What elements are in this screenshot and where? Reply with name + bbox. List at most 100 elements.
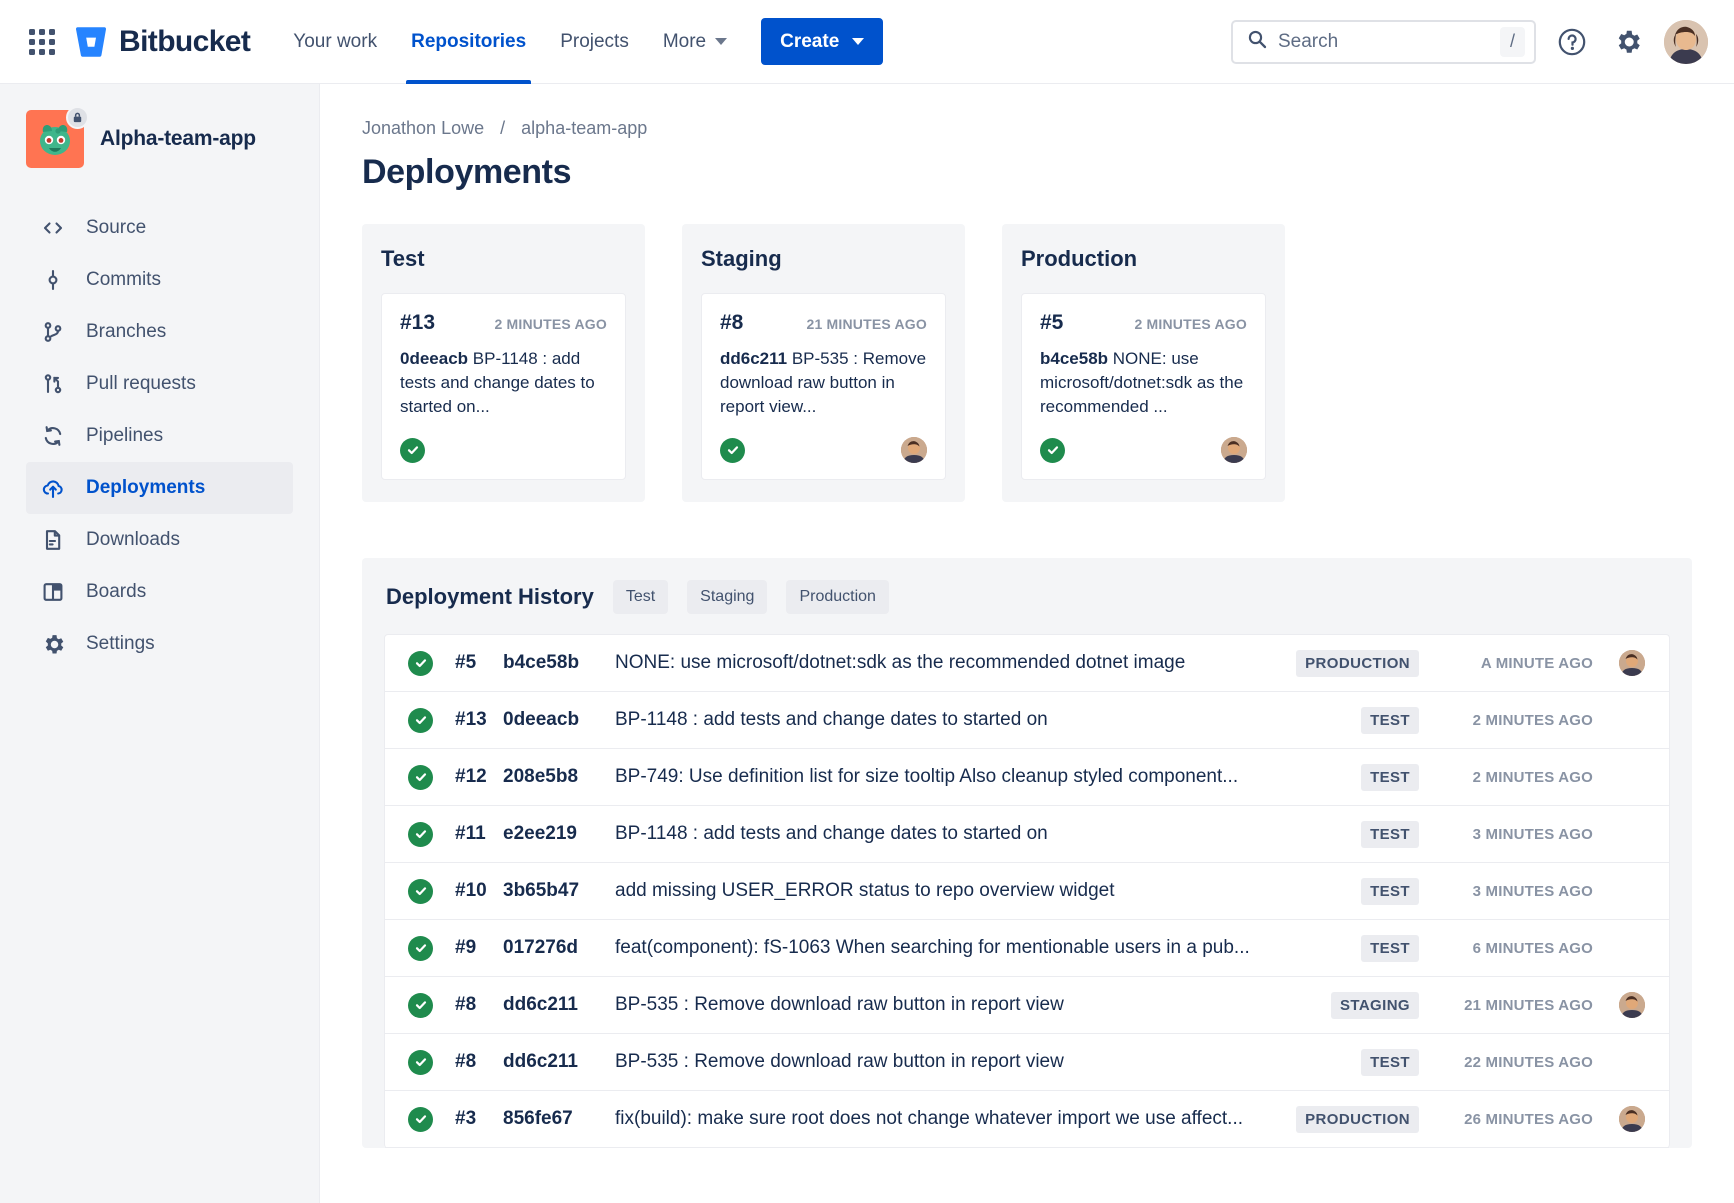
commit-message: BP-1148 : add tests and change dates to … bbox=[615, 709, 1361, 731]
breadcrumb-repo[interactable]: alpha-team-app bbox=[521, 118, 647, 138]
deployer-avatar-cell bbox=[1593, 992, 1645, 1018]
filter-chip-test[interactable]: Test bbox=[613, 580, 668, 614]
latest-deployment-card[interactable]: #8 21 MINUTES AGO dd6c211 BP-535 : Remov… bbox=[701, 293, 946, 480]
breadcrumb-owner[interactable]: Jonathon Lowe bbox=[362, 118, 484, 138]
table-row[interactable]: #8dd6c211BP-535 : Remove download raw bu… bbox=[385, 1034, 1669, 1091]
nav-your-work[interactable]: Your work bbox=[276, 0, 394, 84]
environment-name: Staging bbox=[701, 246, 946, 272]
environment-badge-wrap: STAGING bbox=[1331, 992, 1419, 1019]
app-switcher-icon[interactable] bbox=[22, 22, 62, 62]
commit-icon bbox=[40, 267, 66, 293]
deployment-timestamp: 3 MINUTES AGO bbox=[1435, 883, 1593, 900]
deployment-timestamp: 21 MINUTES AGO bbox=[806, 316, 927, 332]
table-row[interactable]: #11e2ee219BP-1148 : add tests and change… bbox=[385, 806, 1669, 863]
top-navigation-bar: Bitbucket Your work Repositories Project… bbox=[0, 0, 1734, 84]
gear-icon[interactable] bbox=[1608, 22, 1648, 62]
sidebar-item-downloads[interactable]: Downloads bbox=[26, 514, 293, 566]
nav-repositories[interactable]: Repositories bbox=[394, 0, 543, 84]
status-badge: TEST bbox=[1361, 1049, 1419, 1076]
sidebar-item-branches[interactable]: Branches bbox=[26, 306, 293, 358]
status-successful-icon bbox=[408, 879, 433, 904]
commit-hash[interactable]: 017276d bbox=[503, 937, 615, 959]
deployment-timestamp: 2 MINUTES AGO bbox=[494, 316, 607, 332]
deployer-avatar[interactable] bbox=[1619, 992, 1645, 1018]
environment-card-production: Production #5 2 MINUTES AGO b4ce58b NONE… bbox=[1002, 224, 1285, 502]
create-button[interactable]: Create bbox=[761, 18, 883, 65]
search-placeholder: Search bbox=[1278, 31, 1489, 53]
deployment-timestamp: 2 MINUTES AGO bbox=[1134, 316, 1247, 332]
sidebar-item-source[interactable]: Source bbox=[26, 202, 293, 254]
environment-badge-wrap: TEST bbox=[1361, 764, 1419, 791]
deployment-timestamp: 21 MINUTES AGO bbox=[1435, 997, 1593, 1014]
commit-hash[interactable]: 856fe67 bbox=[503, 1108, 615, 1130]
commit-hash[interactable]: dd6c211 bbox=[503, 994, 615, 1016]
breadcrumb-separator: / bbox=[500, 118, 505, 138]
commit-hash[interactable]: 3b65b47 bbox=[503, 880, 615, 902]
commit-message: BP-535 : Remove download raw button in r… bbox=[615, 1051, 1361, 1073]
commit-hash[interactable]: 0deeacb bbox=[503, 709, 615, 731]
search-input[interactable]: Search / bbox=[1231, 20, 1536, 64]
status-successful-icon bbox=[408, 708, 433, 733]
deployer-avatar[interactable] bbox=[1619, 650, 1645, 676]
commit-message: BP-749: Use definition list for size too… bbox=[615, 766, 1361, 788]
deployer-avatar[interactable] bbox=[901, 437, 927, 463]
breadcrumb: Jonathon Lowe / alpha-team-app bbox=[362, 118, 1692, 139]
table-row[interactable]: #12208e5b8BP-749: Use definition list fo… bbox=[385, 749, 1669, 806]
sidebar-item-deployments[interactable]: Deployments bbox=[26, 462, 293, 514]
deployer-avatar[interactable] bbox=[1619, 1106, 1645, 1132]
status-badge: TEST bbox=[1361, 707, 1419, 734]
nav-projects[interactable]: Projects bbox=[543, 0, 646, 84]
deployment-message: b4ce58b NONE: use microsoft/dotnet:sdk a… bbox=[1040, 347, 1247, 419]
table-row[interactable]: #8dd6c211BP-535 : Remove download raw bu… bbox=[385, 977, 1669, 1034]
deployment-history-title: Deployment History bbox=[386, 584, 594, 610]
filter-chip-production[interactable]: Production bbox=[786, 580, 889, 614]
sidebar-item-commits[interactable]: Commits bbox=[26, 254, 293, 306]
nav-more-label: More bbox=[663, 31, 706, 53]
deployment-timestamp: 2 MINUTES AGO bbox=[1435, 769, 1593, 786]
main-content: Jonathon Lowe / alpha-team-app Deploymen… bbox=[320, 84, 1734, 1203]
commit-message: NONE: use microsoft/dotnet:sdk as the re… bbox=[615, 652, 1296, 674]
sidebar-item-settings[interactable]: Settings bbox=[26, 618, 293, 670]
nav-more[interactable]: More bbox=[646, 0, 744, 84]
repository-avatar bbox=[26, 110, 84, 168]
latest-deployment-card[interactable]: #13 2 MINUTES AGO 0deeacb BP-1148 : add … bbox=[381, 293, 626, 480]
repository-header[interactable]: Alpha-team-app bbox=[26, 110, 293, 168]
table-row[interactable]: #5b4ce58bNONE: use microsoft/dotnet:sdk … bbox=[385, 635, 1669, 692]
table-row[interactable]: #130deeacbBP-1148 : add tests and change… bbox=[385, 692, 1669, 749]
environment-badge-wrap: PRODUCTION bbox=[1296, 1106, 1419, 1133]
profile-avatar[interactable] bbox=[1664, 20, 1708, 64]
table-row[interactable]: #9017276dfeat(component): fS-1063 When s… bbox=[385, 920, 1669, 977]
search-shortcut-hint: / bbox=[1500, 27, 1525, 57]
deployer-avatar[interactable] bbox=[1221, 437, 1247, 463]
latest-deployment-card[interactable]: #5 2 MINUTES AGO b4ce58b NONE: use micro… bbox=[1021, 293, 1266, 480]
sidebar-item-pull-requests[interactable]: Pull requests bbox=[26, 358, 293, 410]
table-row[interactable]: #3856fe67fix(build): make sure root does… bbox=[385, 1091, 1669, 1148]
environment-badge-wrap: TEST bbox=[1361, 1049, 1419, 1076]
status-successful-icon bbox=[408, 1107, 433, 1132]
commit-hash: b4ce58b bbox=[1040, 349, 1108, 368]
sidebar-item-pipelines[interactable]: Pipelines bbox=[26, 410, 293, 462]
commit-message: BP-1148 : add tests and change dates to … bbox=[615, 823, 1361, 845]
deployment-build-number: #9 bbox=[433, 937, 503, 959]
sidebar-item-label: Commits bbox=[86, 269, 161, 291]
table-row[interactable]: #103b65b47add missing USER_ERROR status … bbox=[385, 863, 1669, 920]
deployment-build-number: #8 bbox=[433, 1051, 503, 1073]
branch-icon bbox=[40, 319, 66, 345]
sidebar-item-label: Settings bbox=[86, 633, 155, 655]
environment-badge-wrap: TEST bbox=[1361, 707, 1419, 734]
brand-name: Bitbucket bbox=[119, 25, 250, 59]
filter-chip-staging[interactable]: Staging bbox=[687, 580, 767, 614]
commit-hash[interactable]: e2ee219 bbox=[503, 823, 615, 845]
bitbucket-home-link[interactable]: Bitbucket bbox=[74, 25, 250, 59]
sidebar-item-boards[interactable]: Boards bbox=[26, 566, 293, 618]
help-icon[interactable] bbox=[1552, 22, 1592, 62]
deployment-build-number: #10 bbox=[433, 880, 503, 902]
commit-hash[interactable]: 208e5b8 bbox=[503, 766, 615, 788]
deployer-avatar-cell bbox=[1593, 1106, 1645, 1132]
status-badge: PRODUCTION bbox=[1296, 650, 1419, 677]
status-successful-icon bbox=[408, 822, 433, 847]
commit-hash[interactable]: b4ce58b bbox=[503, 652, 615, 674]
commit-hash[interactable]: dd6c211 bbox=[503, 1051, 615, 1073]
gear-icon bbox=[40, 631, 66, 657]
primary-nav: Your work Repositories Projects More bbox=[276, 0, 744, 84]
